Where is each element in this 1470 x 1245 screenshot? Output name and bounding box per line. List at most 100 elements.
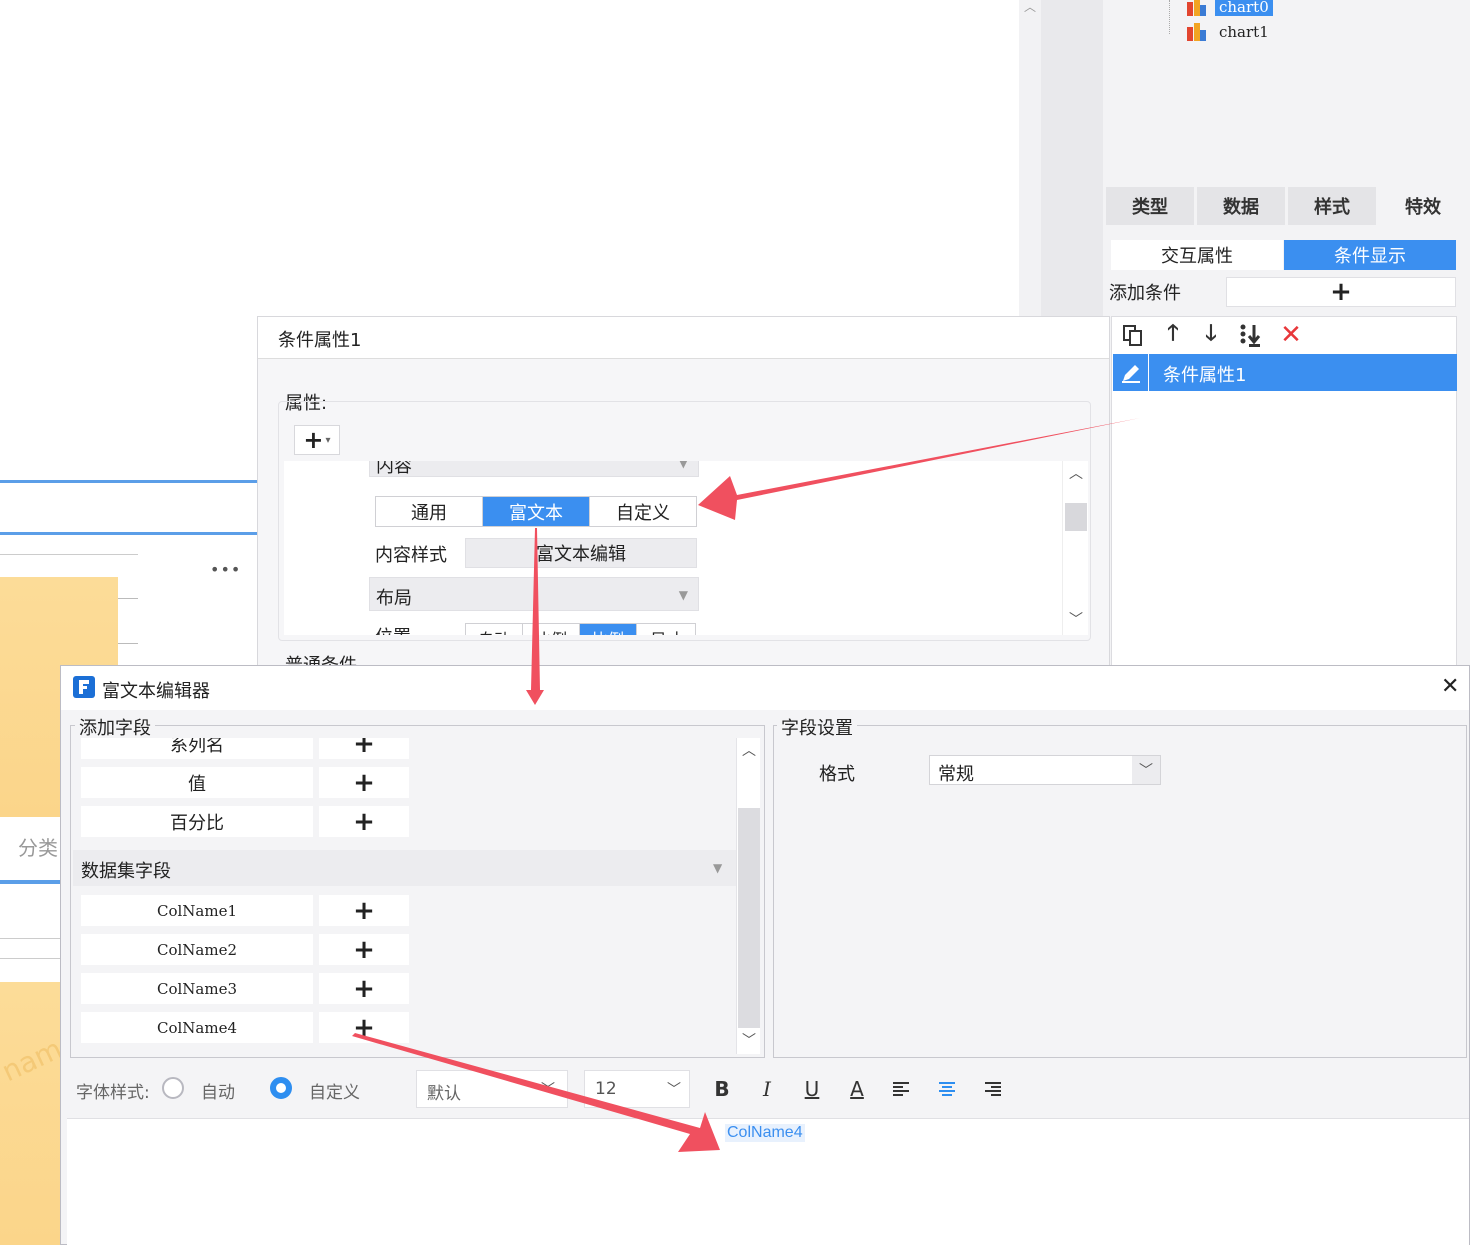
mode-general[interactable]: 通用 [375, 496, 483, 527]
scroll-down-icon[interactable]: ﹀ [742, 1030, 756, 1050]
content-label: 内容 [376, 461, 412, 477]
layout-combo[interactable]: 布局 ▼ [369, 577, 699, 611]
chart-icon [1185, 0, 1207, 18]
format-select[interactable]: 常规 ﹀ [929, 755, 1161, 785]
chevron-down-icon[interactable]: ﹀ [1132, 756, 1160, 784]
scroll-up-icon[interactable]: ︿ [1024, 0, 1036, 15]
underline-icon[interactable]: U [797, 1074, 827, 1104]
fields-scrollbar[interactable]: ︿ ﹀ [736, 738, 760, 1054]
position-ratio-active[interactable]: 比例 [579, 623, 637, 635]
category-label: 分类 [18, 836, 58, 860]
field-value: 值 [81, 767, 313, 798]
add-fields-title: 添加字段 [75, 714, 155, 740]
add-value-button[interactable]: + [319, 767, 409, 798]
bold-icon[interactable]: B [707, 1074, 737, 1104]
content-style-label: 内容样式 [375, 545, 447, 566]
radio-auto[interactable] [162, 1077, 184, 1099]
move-bottom-icon[interactable] [1236, 320, 1266, 350]
format-value: 常规 [938, 764, 974, 785]
font-style-label: 字体样式: [76, 1083, 150, 1103]
scroll-up-icon[interactable]: ︿ [1069, 463, 1083, 483]
tree-item-label: chart0 [1215, 0, 1273, 16]
scroll-thumb[interactable] [738, 808, 760, 1028]
tree-item-label: chart1 [1219, 23, 1269, 41]
delete-icon[interactable]: ✕ [1276, 320, 1306, 350]
tab-effects[interactable]: 特效 [1379, 187, 1467, 225]
mode-custom[interactable]: 自定义 [589, 496, 697, 527]
add-condition-button[interactable]: + [1226, 277, 1456, 307]
subtab-interaction[interactable]: 交互属性 [1111, 240, 1283, 270]
font-family-select[interactable]: 默认 ﹀ [416, 1070, 568, 1108]
panel-gutter [1041, 0, 1103, 316]
layout-label: 布局 [376, 588, 412, 609]
condition-item[interactable]: 条件属性1 [1113, 354, 1457, 391]
edit-icon[interactable] [1113, 354, 1149, 391]
rich-text-editor-dialog: 富文本编辑器 ✕ 添加字段 系列名 + 值 + 百分比 + 数据集字段 ▼ Co… [60, 665, 1470, 1245]
chevron-down-icon: ▼ [713, 861, 723, 875]
font-family-value: 默认 [427, 1084, 461, 1104]
rte-header: 富文本编辑器 ✕ [61, 666, 1469, 710]
position-label: 位置 [375, 623, 411, 635]
add-colname3-button[interactable]: + [319, 973, 409, 1004]
mode-rich-text[interactable]: 富文本 [482, 496, 590, 527]
divider [0, 480, 260, 483]
close-icon[interactable]: ✕ [1441, 674, 1459, 699]
position-size[interactable]: 尺寸 [636, 623, 696, 635]
dataset-section-header[interactable]: 数据集字段 ▼ [73, 850, 736, 886]
add-percentage-button[interactable]: + [319, 806, 409, 837]
field-colname4: ColName4 [81, 1012, 313, 1043]
align-left-icon[interactable] [887, 1074, 917, 1104]
tab-type[interactable]: 类型 [1106, 187, 1194, 225]
tick [118, 598, 138, 599]
chevron-down-icon: ▼ [678, 461, 688, 470]
field-colname2: ColName2 [81, 934, 313, 965]
rich-text-editor-area[interactable]: ColName4 [67, 1118, 1469, 1245]
chevron-down-icon: ﹀ [541, 1082, 555, 1098]
content-combo[interactable]: 内容 ▼ [369, 461, 699, 477]
chevron-down-icon: ▼ [678, 588, 688, 602]
radio-custom[interactable] [270, 1077, 292, 1099]
align-center-icon[interactable] [932, 1074, 962, 1104]
add-colname1-button[interactable]: + [319, 895, 409, 926]
move-up-icon[interactable]: 🡑 [1158, 320, 1188, 350]
chart-bar [0, 982, 62, 1245]
add-colname2-button[interactable]: + [319, 934, 409, 965]
font-size-select[interactable]: 12 ﹀ [584, 1070, 690, 1108]
rich-text-edit-button[interactable]: 富文本编辑 [465, 538, 697, 568]
subtab-conditional-display[interactable]: 条件显示 [1284, 240, 1456, 270]
copy-icon[interactable] [1118, 320, 1148, 350]
tab-data[interactable]: 数据 [1197, 187, 1285, 225]
italic-icon[interactable]: I [752, 1074, 782, 1104]
scrollbar[interactable]: ︿ [1019, 0, 1041, 316]
dialog-header: 条件属性1 [258, 317, 1109, 359]
add-series-name-button[interactable]: + [319, 738, 409, 759]
divider [0, 532, 260, 535]
add-condition-label: 添加条件 [1109, 283, 1181, 304]
field-colname1: ColName1 [81, 895, 313, 926]
font-color-icon[interactable]: A [842, 1074, 872, 1104]
app-logo-icon [73, 676, 95, 698]
format-label: 格式 [819, 764, 855, 785]
editor-field-token[interactable]: ColName4 [725, 1124, 805, 1142]
tree-item-chart0[interactable]: chart0 [1185, 0, 1273, 18]
scroll-down-icon[interactable]: ﹀ [1069, 609, 1083, 629]
scroll-thumb[interactable] [1065, 503, 1087, 531]
condition-properties-dialog: 条件属性1 属性: + ▾ 内容 ▼ 通用 富文本 自定义 内容样式 富文本编辑 … [257, 316, 1110, 676]
more-icon[interactable]: ••• [210, 560, 241, 579]
rte-title: 富文本编辑器 [102, 681, 210, 702]
scroll-up-icon[interactable]: ︿ [742, 740, 756, 760]
tab-style[interactable]: 样式 [1288, 187, 1376, 225]
tree-item-chart1[interactable]: chart1 [1185, 21, 1273, 43]
dialog-title: 条件属性1 [278, 330, 362, 351]
field-colname3: ColName3 [81, 973, 313, 1004]
radio-auto-label: 自动 [201, 1083, 235, 1103]
add-colname4-button[interactable]: + [319, 1012, 409, 1043]
align-right-icon[interactable] [977, 1074, 1007, 1104]
move-down-icon[interactable]: 🡓 [1196, 320, 1226, 350]
chart-icon [1185, 21, 1207, 43]
position-auto[interactable]: 自动 [465, 623, 523, 635]
add-attr-button[interactable]: + ▾ [294, 425, 340, 455]
attr-scrollbar[interactable]: ︿ ﹀ [1062, 461, 1088, 635]
position-ratio[interactable]: 比例 [522, 623, 580, 635]
tree-line [1169, 0, 1170, 34]
